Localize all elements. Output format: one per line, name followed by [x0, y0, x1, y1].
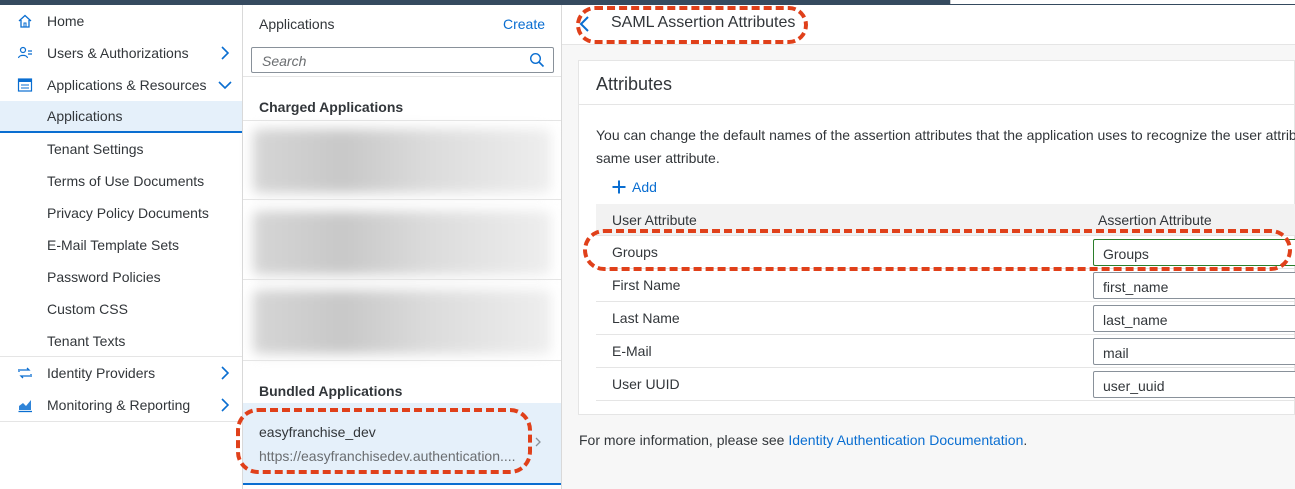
nav-item-email-template-sets[interactable]: E-Mail Template Sets — [0, 229, 242, 261]
create-button[interactable]: Create — [503, 16, 545, 32]
nav-label: Tenant Settings — [47, 141, 144, 157]
side-navigation: Home Users & Authorizations Applications… — [0, 5, 243, 489]
monitoring-icon — [16, 397, 34, 413]
add-label: Add — [632, 179, 657, 195]
nav-label: Custom CSS — [47, 301, 128, 317]
assertion-attribute-input[interactable]: last_name — [1093, 305, 1295, 332]
panel-title: Attributes — [596, 74, 673, 94]
bundled-applications-header: Bundled Applications — [259, 383, 403, 399]
assertion-attribute-input[interactable]: mail — [1093, 338, 1295, 365]
user-attribute-cell: Last Name — [612, 310, 680, 326]
nav-item-password-policies[interactable]: Password Policies — [0, 261, 242, 293]
nav-label: Identity Providers — [47, 365, 156, 381]
users-icon — [16, 45, 34, 61]
assertion-attribute-input[interactable]: user_uuid — [1093, 371, 1295, 398]
app-url: https://easyfranchisedev.authentication.… — [259, 448, 516, 464]
nav-item-tenant-settings[interactable]: Tenant Settings — [0, 133, 242, 165]
list-divider — [243, 120, 561, 121]
list-divider — [243, 199, 561, 200]
applications-icon — [16, 77, 34, 93]
list-title: Applications — [259, 16, 335, 32]
nav-label: Privacy Policy Documents — [47, 205, 209, 221]
chevron-down-icon[interactable] — [218, 77, 232, 93]
nav-item-monitoring-reporting[interactable]: Monitoring & Reporting — [0, 389, 242, 421]
user-attribute-cell: User UUID — [612, 376, 680, 392]
nav-item-applications-resources[interactable]: Applications & Resources — [0, 69, 242, 101]
nav-item-privacy-policy[interactable]: Privacy Policy Documents — [0, 197, 242, 229]
column-header-user-attribute: User Attribute — [612, 212, 697, 228]
assertion-attribute-input[interactable]: first_name — [1093, 272, 1295, 299]
nav-item-custom-css[interactable]: Custom CSS — [0, 293, 242, 325]
assertion-attribute-input[interactable]: Groups — [1093, 239, 1295, 266]
list-divider — [243, 360, 561, 361]
nav-item-identity-providers[interactable]: Identity Providers — [0, 357, 242, 389]
table-row: First Name first_name — [596, 269, 1295, 302]
panel-divider — [579, 104, 1295, 105]
identity-providers-icon — [16, 365, 34, 381]
user-attribute-cell: E-Mail — [612, 343, 652, 359]
documentation-link[interactable]: Identity Authentication Documentation — [788, 432, 1023, 448]
home-icon — [16, 13, 34, 29]
nav-label: Users & Authorizations — [47, 45, 189, 61]
blurred-list-item[interactable] — [253, 290, 551, 354]
nav-divider — [0, 421, 242, 422]
nav-item-terms-of-use[interactable]: Terms of Use Documents — [0, 165, 242, 197]
nav-label: E-Mail Template Sets — [47, 237, 180, 253]
user-attribute-cell: Groups — [612, 244, 658, 260]
nav-label: Terms of Use Documents — [47, 173, 205, 189]
nav-item-tenant-texts[interactable]: Tenant Texts — [0, 325, 242, 357]
shell-bar-field — [950, 0, 1295, 4]
attributes-panel: Attributes You can change the default na… — [578, 60, 1295, 415]
blurred-list-item[interactable] — [253, 129, 551, 193]
footer-prefix: For more information, please see — [579, 432, 789, 448]
charged-applications-header: Charged Applications — [259, 99, 404, 115]
applications-list: Applications Create Search Charged Appli… — [243, 5, 562, 489]
detail-header: SAML Assertion Attributes — [562, 5, 1295, 45]
list-item-easyfranchise-dev[interactable]: easyfranchise_dev https://easyfranchised… — [243, 403, 561, 485]
nav-item-applications[interactable]: Applications — [0, 101, 242, 133]
footer-suffix: . — [1023, 432, 1028, 448]
search-input[interactable]: Search — [251, 47, 554, 73]
nav-item-home[interactable]: Home — [0, 5, 242, 37]
nav-label: Applications — [47, 108, 123, 124]
table-header: User Attribute Assertion Attribute — [596, 204, 1295, 236]
app-name: easyfranchise_dev — [259, 424, 376, 440]
user-attribute-cell: First Name — [612, 277, 681, 293]
list-divider — [243, 76, 561, 77]
nav-label: Tenant Texts — [47, 333, 126, 349]
search-icon[interactable] — [529, 52, 545, 68]
column-header-assertion-attribute: Assertion Attribute — [1098, 212, 1212, 228]
detail-page: SAML Assertion Attributes Attributes You… — [562, 5, 1295, 489]
chevron-right-icon — [533, 435, 543, 449]
table-row: User UUID user_uuid — [596, 368, 1295, 401]
table-row: Groups Groups — [596, 236, 1295, 269]
nav-label: Password Policies — [47, 269, 161, 285]
plus-icon — [612, 180, 626, 194]
search-placeholder: Search — [262, 53, 307, 69]
list-divider — [243, 279, 561, 280]
page-title: SAML Assertion Attributes — [611, 14, 796, 31]
nav-label: Applications & Resources — [47, 77, 207, 93]
panel-description: You can change the default names of the … — [596, 127, 1295, 166]
back-icon[interactable] — [576, 14, 594, 34]
table-row: Last Name last_name — [596, 302, 1295, 335]
nav-label: Monitoring & Reporting — [47, 397, 191, 413]
add-button[interactable]: Add — [612, 179, 657, 195]
nav-label: Home — [47, 13, 85, 29]
footer-info: For more information, please see Identit… — [579, 432, 1027, 448]
blurred-list-item[interactable] — [253, 211, 551, 275]
nav-item-users-authorizations[interactable]: Users & Authorizations — [0, 37, 242, 69]
chevron-right-icon[interactable] — [218, 365, 232, 381]
chevron-right-icon[interactable] — [218, 397, 232, 413]
chevron-right-icon[interactable] — [218, 45, 232, 61]
table-row: E-Mail mail — [596, 335, 1295, 368]
